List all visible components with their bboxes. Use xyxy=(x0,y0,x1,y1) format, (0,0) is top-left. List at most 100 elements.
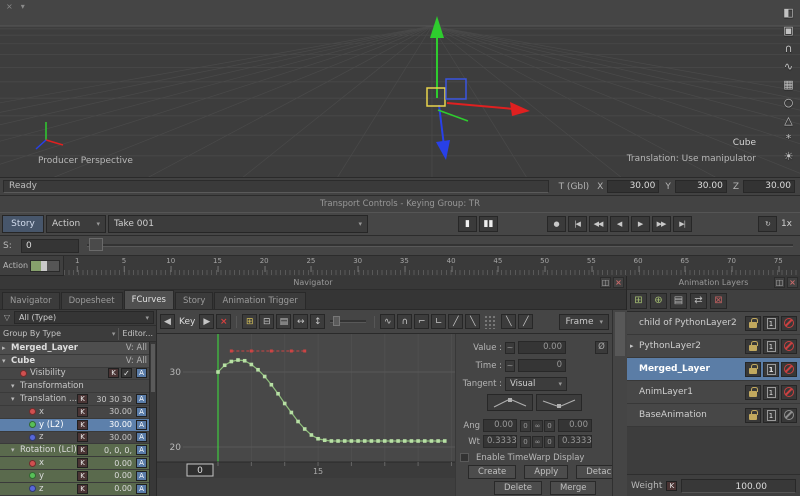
tree-row-merged-layer[interactable]: ▸ Merged_Layer V: All xyxy=(0,342,149,355)
take-range-bar[interactable] xyxy=(30,259,60,272)
animated-button[interactable]: A xyxy=(136,394,147,405)
tangent-lock-right-icon[interactable]: 0 xyxy=(544,435,555,448)
axis-value-x[interactable]: 30.00 xyxy=(607,180,660,193)
create-button[interactable]: Create xyxy=(468,464,517,479)
keyframe-marker[interactable] xyxy=(229,359,234,364)
expand-arrow-icon[interactable]: ▾ xyxy=(11,382,20,390)
keyframe-marker[interactable] xyxy=(336,439,340,443)
sphere-tool-icon[interactable]: ○ xyxy=(780,94,797,110)
lock-icon[interactable] xyxy=(745,361,761,377)
mute-icon[interactable] xyxy=(781,315,797,331)
playback-speed-label[interactable]: 1x xyxy=(781,219,792,229)
time-field[interactable]: 0 xyxy=(518,359,566,372)
value-field[interactable]: 0.00 xyxy=(518,341,566,354)
layer-row-pythonlayer2[interactable]: ▸ PythonLayer2 1 xyxy=(627,335,800,358)
tab-story[interactable]: Story xyxy=(174,292,214,309)
timeline-ruler[interactable]: 1 5 10 15 20 25 30 35 40 45 50 55 60 65 70 75 xyxy=(63,255,800,276)
manipulator-x-axis[interactable] xyxy=(446,102,515,110)
layer-expand-icon[interactable]: ▸ xyxy=(630,342,639,350)
new-layer-icon[interactable]: ⊞ xyxy=(630,292,647,309)
close-icon[interactable]: × xyxy=(787,277,798,288)
time-interp-icon[interactable]: ~ xyxy=(505,359,515,372)
key-button[interactable]: K xyxy=(77,419,88,430)
keyframe-marker[interactable] xyxy=(342,439,347,443)
expand-arrow-icon[interactable]: ▾ xyxy=(2,357,11,365)
tab-dopesheet[interactable]: Dopesheet xyxy=(60,292,123,309)
key-button[interactable]: K xyxy=(77,432,88,443)
red-key-marker[interactable] xyxy=(249,349,253,353)
keyframe-marker[interactable] xyxy=(376,439,380,443)
manipulator-plane-handle[interactable] xyxy=(445,78,467,100)
keyframe-marker[interactable] xyxy=(422,439,427,443)
close-icon[interactable]: × xyxy=(613,277,624,288)
tree-row-cube[interactable]: ▾ Cube V: All xyxy=(0,354,149,368)
tree-row-transformation[interactable]: ▾ Transformation xyxy=(0,380,149,394)
linear-out-tangent-button[interactable]: ╲ xyxy=(465,314,481,329)
keyframe-marker[interactable] xyxy=(402,439,407,443)
flat-tangent-button[interactable]: ⌐ xyxy=(414,314,430,329)
layer-mode-button[interactable]: 1 xyxy=(763,407,779,423)
keyframe-marker[interactable] xyxy=(349,439,354,443)
layer-row-animlayer1[interactable]: AnimLayer1 1 xyxy=(627,381,800,404)
keyframe-marker[interactable] xyxy=(329,439,334,443)
tangent-type-dropdown[interactable]: Visual ▾ xyxy=(505,376,567,391)
slider-handle[interactable] xyxy=(333,316,341,326)
key-scale-slider[interactable] xyxy=(330,316,367,326)
layer-mode-button[interactable]: 1 xyxy=(763,338,779,354)
tree-row-z[interactable]: z K 30.00 A xyxy=(0,431,149,445)
keyframe-marker[interactable] xyxy=(382,439,387,443)
layer-weight-slider[interactable]: 100.00 xyxy=(681,478,796,493)
lock-icon[interactable] xyxy=(745,407,761,423)
axis-value-z[interactable]: 30.00 xyxy=(743,180,795,193)
keyframe-marker[interactable] xyxy=(282,401,287,406)
add-key-button[interactable]: ⊞ xyxy=(242,314,258,329)
tangent-handle-unified-button[interactable] xyxy=(486,394,533,411)
tangent-lock-left-icon[interactable]: 0 xyxy=(520,419,531,432)
key-button[interactable]: K xyxy=(108,368,119,379)
cube-tool-icon[interactable]: ▣ xyxy=(780,22,797,38)
magnet-tool-icon[interactable]: ∩ xyxy=(780,40,797,56)
keyframe-marker[interactable] xyxy=(262,374,267,379)
record-button[interactable]: ● xyxy=(546,216,566,232)
key-button[interactable]: K xyxy=(77,394,88,405)
step-backward-button[interactable]: ◀◀ xyxy=(588,216,608,232)
expand-arrow-icon[interactable]: ▾ xyxy=(11,395,20,403)
reorder-layer-icon[interactable]: ⇄ xyxy=(690,292,707,309)
mute-icon[interactable] xyxy=(781,338,797,354)
duplicate-layer-icon[interactable]: ▤ xyxy=(670,292,687,309)
tangent-weight-infinity-icon[interactable]: ∞ xyxy=(532,435,543,448)
mute-icon[interactable] xyxy=(781,384,797,400)
lock-icon[interactable] xyxy=(745,384,761,400)
keyframe-marker[interactable] xyxy=(216,370,220,374)
animated-button[interactable]: A xyxy=(136,445,147,456)
play-backward-button[interactable]: ◀ xyxy=(609,216,629,232)
keyframe-marker[interactable] xyxy=(369,439,374,443)
keyframe-marker[interactable] xyxy=(249,362,254,367)
merge-button[interactable]: Merge xyxy=(549,480,597,495)
keyframe-marker[interactable] xyxy=(289,410,294,415)
tree-scrollbar-thumb[interactable] xyxy=(151,344,155,392)
layer-row-baseanimation[interactable]: BaseAnimation 1 xyxy=(627,404,800,427)
animated-button[interactable]: A xyxy=(136,470,147,481)
zero-slash-icon[interactable]: Ø xyxy=(595,341,608,354)
move-vertical-button[interactable]: ↕ xyxy=(310,314,326,329)
s-slider[interactable] xyxy=(87,238,793,251)
manipulator-plane-edge[interactable] xyxy=(437,109,469,122)
animated-button[interactable]: A xyxy=(136,419,147,430)
key-button[interactable]: K xyxy=(77,458,88,469)
fcurve-graph-canvas[interactable]: 30 20 15 0 xyxy=(157,334,455,496)
group-by-dropdown[interactable]: Group By Type ▾ xyxy=(3,329,115,338)
tree-scrollbar[interactable] xyxy=(149,342,156,496)
lock-icon[interactable] xyxy=(745,338,761,354)
dock-icon[interactable]: ◫ xyxy=(774,277,785,288)
tab-navigator[interactable]: Navigator xyxy=(2,292,60,309)
keyframe-marker[interactable] xyxy=(309,433,314,437)
s-slider-handle[interactable] xyxy=(89,238,103,251)
keyframe-marker[interactable] xyxy=(296,419,300,424)
fcurve-graph[interactable]: 30 20 15 0 xyxy=(157,334,455,496)
tree-row-rotation-lcl[interactable]: ▾ Rotation (Lcl) K 0, 0, 0, A xyxy=(0,444,149,458)
new-child-layer-icon[interactable]: ⊕ xyxy=(650,292,667,309)
value-interp-icon[interactable]: ~ xyxy=(505,341,515,354)
tangent-lock-left-icon[interactable]: 0 xyxy=(520,435,531,448)
action-dropdown[interactable]: Action ▾ xyxy=(46,215,106,233)
